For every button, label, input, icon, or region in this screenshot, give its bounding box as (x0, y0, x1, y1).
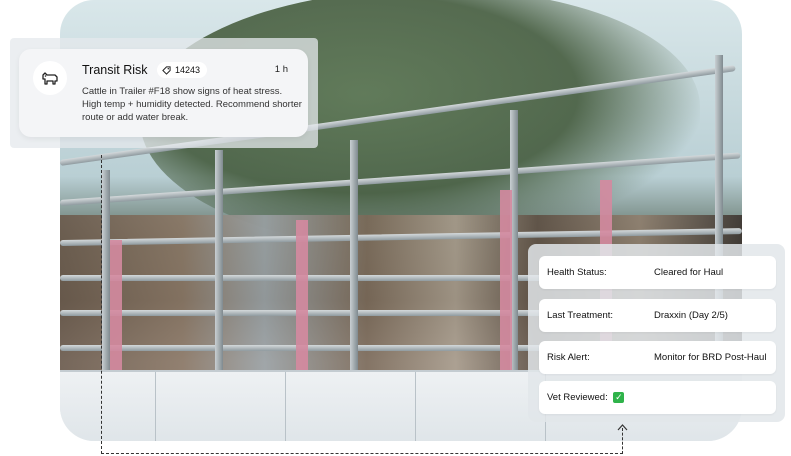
vet-reviewed-row: Vet Reviewed: ✓ (539, 381, 776, 414)
health-status-row: Health Status: Cleared for Haul (539, 256, 776, 289)
connector-line (101, 453, 623, 454)
pink-post (110, 240, 122, 370)
vet-reviewed-group: Vet Reviewed: ✓ (547, 391, 625, 403)
post (102, 170, 110, 375)
last-treatment-row: Last Treatment: Draxxin (Day 2/5) (539, 299, 776, 332)
arrow-up-icon (617, 424, 628, 431)
card-title: Transit Risk (82, 63, 148, 77)
vet-reviewed-label: Vet Reviewed: (547, 392, 608, 403)
tag-icon (162, 65, 171, 75)
checkmark-icon: ✓ (613, 391, 625, 403)
id-tag[interactable]: 14243 (157, 62, 208, 78)
timestamp: 1 h (274, 64, 288, 75)
cow-icon (33, 61, 67, 95)
alert-message: Cattle in Trailer #F18 show signs of hea… (82, 86, 302, 123)
tag-number: 14243 (175, 65, 201, 75)
transit-risk-card[interactable]: Transit Risk 14243 1 h Cattle in Trailer… (19, 49, 308, 137)
pink-post (500, 190, 512, 370)
post (350, 140, 358, 375)
risk-alert-row: Risk Alert: Monitor for BRD Post-Haul (539, 341, 776, 374)
last-treatment-label: Last Treatment: (547, 310, 614, 321)
connector-line (101, 155, 102, 454)
post (215, 150, 223, 375)
risk-alert-value: Monitor for BRD Post-Haul (654, 352, 767, 363)
connector-line (622, 428, 623, 454)
last-treatment-value: Draxxin (Day 2/5) (654, 310, 728, 321)
health-status-value: Cleared for Haul (654, 267, 724, 278)
pink-post (296, 220, 308, 370)
health-status-label: Health Status: (547, 267, 607, 278)
risk-alert-label: Risk Alert: (547, 352, 590, 363)
